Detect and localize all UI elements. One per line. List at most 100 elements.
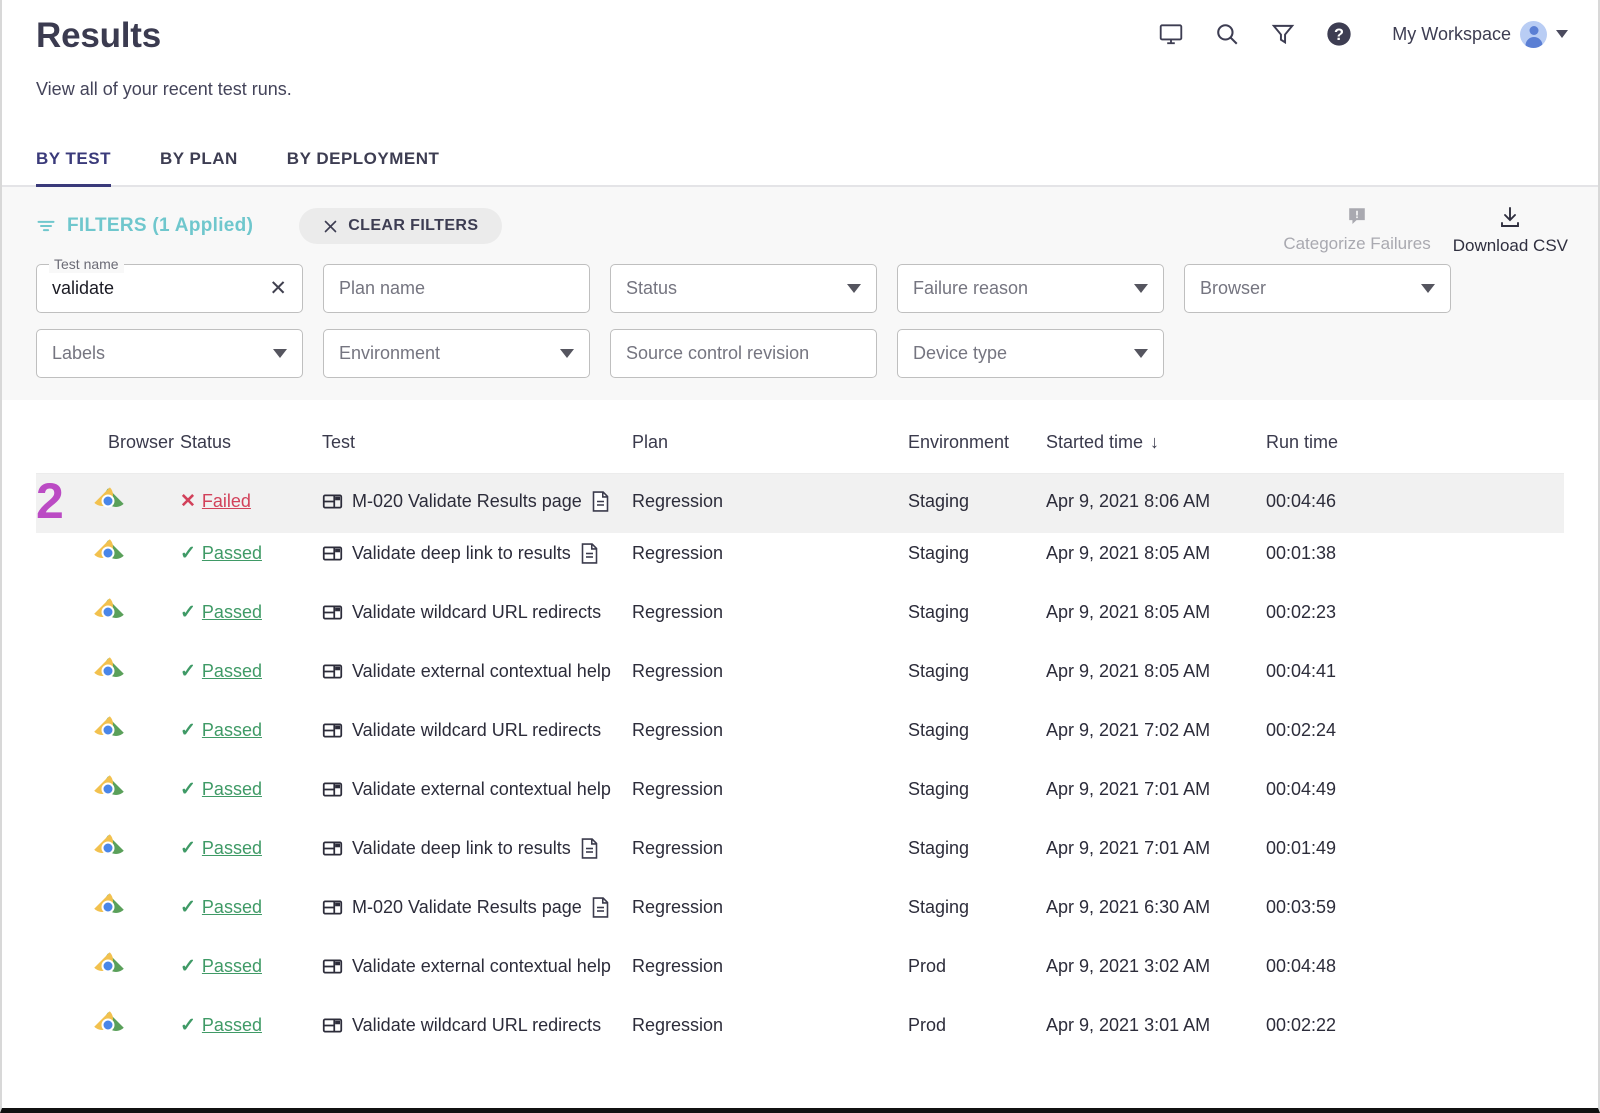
started-time-cell: Apr 9, 2021 7:02 AM — [1046, 720, 1266, 741]
header-actions: ? My Workspace — [1156, 14, 1568, 54]
test-layout-icon — [322, 779, 343, 800]
started-time-cell: Apr 9, 2021 8:06 AM — [1046, 491, 1266, 512]
plan-cell: Regression — [632, 491, 908, 512]
test-cell[interactable]: Validate deep link to results — [322, 838, 632, 859]
filter-labels-placeholder: Labels — [52, 343, 265, 364]
table-row[interactable]: ✓PassedValidate wildcard URL redirectsRe… — [36, 710, 1564, 769]
table-row[interactable]: ✓PassedValidate wildcard URL redirectsRe… — [36, 1005, 1564, 1064]
test-cell[interactable]: Validate external contextual help — [322, 956, 632, 977]
column-header-plan[interactable]: Plan — [632, 432, 908, 453]
plan-cell: Regression — [632, 838, 908, 859]
monitor-icon[interactable] — [1156, 19, 1186, 49]
status-passed-icon: ✓ — [180, 839, 196, 858]
filter-fields: Test name validate ✕ Plan name Status Fa… — [36, 264, 1564, 378]
test-cell[interactable]: M-020 Validate Results page — [322, 491, 632, 512]
column-header-environment[interactable]: Environment — [908, 432, 1046, 453]
column-header-test[interactable]: Test — [322, 432, 632, 453]
run-time-cell: 00:01:49 — [1266, 838, 1564, 859]
test-cell[interactable]: M-020 Validate Results page — [322, 897, 632, 918]
status-badge[interactable]: ✓Passed — [180, 602, 322, 623]
filters-label-text: FILTERS (1 Applied) — [67, 215, 253, 237]
environment-cell: Staging — [908, 779, 1046, 800]
tab-by-test[interactable]: BY TEST — [36, 149, 111, 185]
test-cell[interactable]: Validate wildcard URL redirects — [322, 720, 632, 741]
test-cell[interactable]: Validate wildcard URL redirects — [322, 1015, 632, 1036]
filter-device-type[interactable]: Device type — [897, 329, 1164, 378]
table-row[interactable]: ✓PassedValidate external contextual help… — [36, 769, 1564, 828]
filter-plan-name[interactable]: Plan name — [323, 264, 590, 313]
status-badge[interactable]: ✓Passed — [180, 543, 322, 564]
environment-cell: Staging — [908, 720, 1046, 741]
table-row[interactable]: 2✕FailedM-020 Validate Results pageRegre… — [36, 474, 1564, 533]
status-label: Passed — [202, 1015, 262, 1036]
filter-environment-placeholder: Environment — [339, 343, 552, 364]
help-icon[interactable]: ? — [1324, 19, 1354, 49]
filter-source-control-revision[interactable]: Source control revision — [610, 329, 877, 378]
test-cell[interactable]: Validate external contextual help — [322, 661, 632, 682]
filters-toggle[interactable]: FILTERS (1 Applied) — [36, 215, 253, 237]
status-badge[interactable]: ✓ Passed — [180, 1015, 322, 1036]
table-row[interactable]: ✓PassedValidate external contextual help… — [36, 946, 1564, 1005]
run-time-cell: 00:02:23 — [1266, 602, 1564, 623]
test-cell[interactable]: Validate wildcard URL redirects — [322, 602, 632, 623]
table-row[interactable]: ✓PassedValidate deep link to resultsRegr… — [36, 533, 1564, 592]
run-time-cell: 00:04:48 — [1266, 956, 1564, 977]
table-body: 2✕FailedM-020 Validate Results pageRegre… — [36, 474, 1564, 1064]
search-icon[interactable] — [1212, 19, 1242, 49]
download-icon — [1498, 205, 1522, 229]
filter-failure-reason[interactable]: Failure reason — [897, 264, 1164, 313]
environment-cell: Staging — [908, 661, 1046, 682]
filter-environment[interactable]: Environment — [323, 329, 590, 378]
download-csv-button[interactable]: Download CSV — [1453, 205, 1568, 256]
categorize-failures-button[interactable]: Categorize Failures — [1283, 205, 1430, 254]
status-badge[interactable]: ✓Passed — [180, 956, 322, 977]
chevron-down-icon — [1134, 349, 1148, 358]
filter-status[interactable]: Status — [610, 264, 877, 313]
status-label: Passed — [202, 956, 262, 977]
test-name: M-020 Validate Results page — [352, 491, 582, 512]
filter-plan-name-placeholder: Plan name — [339, 278, 574, 299]
status-badge[interactable]: ✓Passed — [180, 838, 322, 859]
table-row[interactable]: ✓Passed Validate external contextual help… — [36, 651, 1564, 710]
tab-by-plan[interactable]: BY PLAN — [160, 149, 238, 185]
plan-cell: Regression — [632, 543, 908, 564]
status-badge[interactable]: ✕Failed — [180, 491, 322, 512]
status-passed-icon: ✓ — [180, 1016, 196, 1035]
clear-test-name-icon[interactable]: ✕ — [269, 278, 287, 299]
status-failed-icon: ✕ — [180, 492, 196, 511]
status-badge[interactable]: ✓Passed — [180, 897, 322, 918]
chevron-down-icon — [1556, 30, 1568, 38]
filter-browser[interactable]: Browser — [1184, 264, 1451, 313]
table-row[interactable]: ✓PassedValidate deep link to resultsRegr… — [36, 828, 1564, 887]
table-row[interactable]: ✓PassedM-020 Validate Results pageRegres… — [36, 887, 1564, 946]
status-passed-icon: ✓ — [180, 662, 196, 681]
test-cell[interactable]: Validate external contextual help — [322, 779, 632, 800]
column-header-status[interactable]: Status — [180, 432, 322, 453]
clear-filters-button[interactable]: CLEAR FILTERS — [299, 208, 502, 244]
plan-cell: Regression — [632, 720, 908, 741]
column-header-browser[interactable]: Browser — [108, 432, 180, 453]
filter-labels[interactable]: Labels — [36, 329, 303, 378]
panel-actions: Categorize Failures Download CSV — [1283, 205, 1568, 256]
document-icon — [580, 838, 599, 859]
test-name: Validate external contextual help — [352, 661, 611, 682]
status-badge[interactable]: ✓Passed — [180, 661, 322, 682]
test-layout-icon — [322, 602, 343, 623]
test-layout-icon — [322, 661, 343, 682]
status-badge[interactable]: ✓Passed — [180, 720, 322, 741]
tab-by-deployment[interactable]: BY DEPLOYMENT — [287, 149, 440, 185]
column-header-started-time[interactable]: Started time ↓ — [1046, 432, 1266, 453]
chevron-down-icon — [1134, 284, 1148, 293]
test-layout-icon — [322, 543, 343, 564]
column-header-run-time[interactable]: Run time — [1266, 432, 1564, 453]
filter-test-name[interactable]: Test name validate ✕ — [36, 264, 303, 313]
status-badge[interactable]: ✓Passed — [180, 779, 322, 800]
test-cell[interactable]: Validate deep link to results — [322, 543, 632, 564]
plan-cell: Regression — [632, 779, 908, 800]
filter-icon[interactable] — [1268, 19, 1298, 49]
workspace-menu[interactable]: My Workspace — [1392, 21, 1568, 48]
table-row[interactable]: ✓PassedValidate wildcard URL redirectsRe… — [36, 592, 1564, 651]
status-passed-icon: ✓ — [180, 780, 196, 799]
run-time-cell: 00:03:59 — [1266, 897, 1564, 918]
filter-panel: FILTERS (1 Applied) CLEAR FILTERS Catego… — [2, 187, 1598, 400]
